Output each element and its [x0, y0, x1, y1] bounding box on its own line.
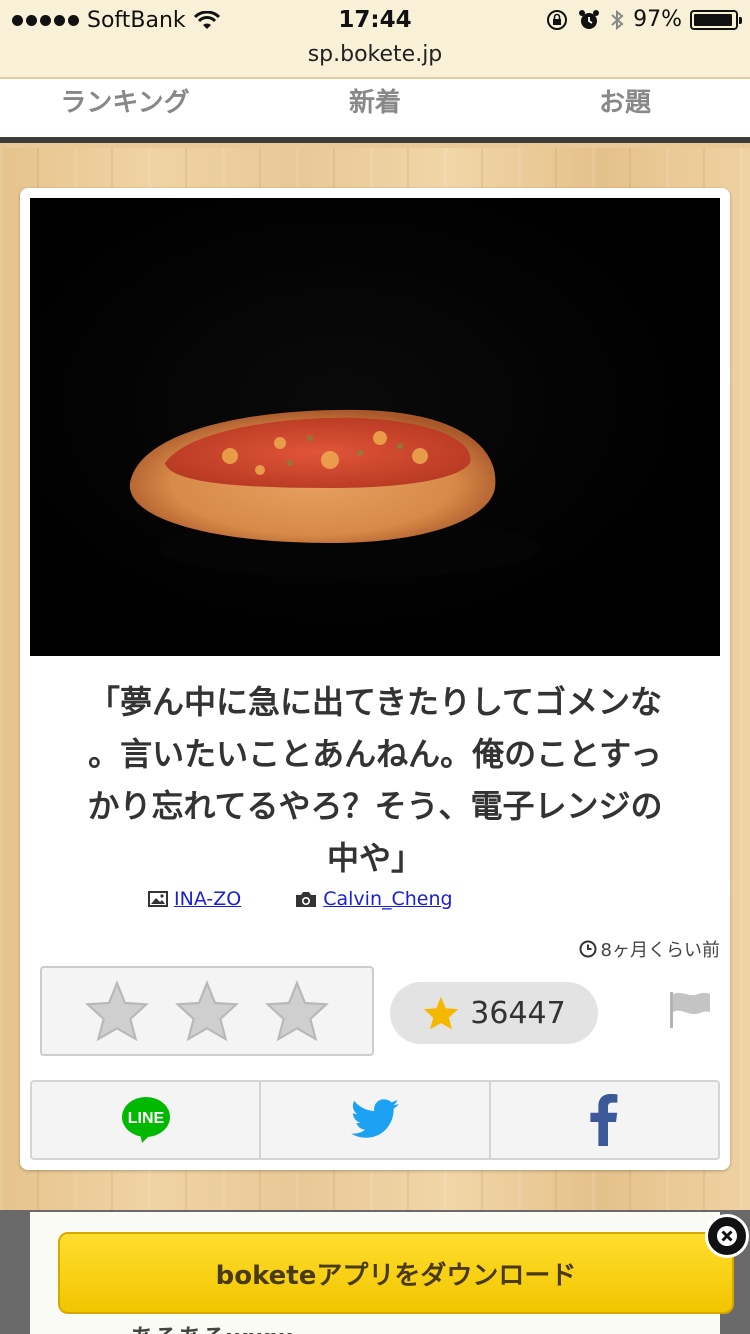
star-icon: [424, 996, 459, 1030]
rating-box: [40, 966, 374, 1056]
caption-line: 。言いたいことあんねん。俺のことすっ: [88, 735, 662, 773]
banner-close-button[interactable]: [705, 1214, 749, 1258]
status-bar: SoftBank 17:44 97%: [0, 0, 750, 40]
photo-author-credit: Calvin_Cheng: [295, 888, 453, 910]
boke-caption: 「夢ん中に急に出てきたりしてゴメンな 。言いたいことあんねん。俺のことすっ かり…: [50, 676, 700, 884]
banner-label: boketeアプリをダウンロード: [215, 1260, 577, 1291]
tab-ranking[interactable]: ランキング: [0, 79, 250, 137]
score-badge: 36447: [390, 982, 598, 1044]
time-ago: 8ヶ月くらい前: [600, 940, 720, 961]
tab-new[interactable]: 新着: [250, 79, 500, 137]
close-icon: [717, 1226, 737, 1246]
share-line-button[interactable]: LINE: [32, 1082, 262, 1158]
facebook-icon: [590, 1094, 618, 1146]
next-card-text: あるあるwww: [130, 1318, 293, 1334]
svg-text:LINE: LINE: [127, 1110, 164, 1127]
boke-card: 「夢ん中に急に出てきたりしてゴメンな 。言いたいことあんねん。俺のことすっ かり…: [20, 188, 730, 1170]
caption-line: 「夢ん中に急に出てきたりしてゴメンな: [87, 683, 663, 721]
caption-line: 中や」: [326, 839, 423, 877]
line-icon: LINE: [121, 1097, 170, 1143]
boke-author-credit: INA-ZO: [148, 888, 241, 910]
image-icon: [148, 891, 168, 907]
status-right: 97%: [545, 7, 742, 32]
rate-star-3[interactable]: [265, 980, 329, 1042]
boke-author-link[interactable]: INA-ZO: [174, 888, 241, 910]
rate-star-2[interactable]: [175, 980, 239, 1042]
battery-percent: 97%: [633, 7, 682, 32]
url-bar[interactable]: sp.bokete.jp: [0, 40, 750, 78]
pizza-image: [129, 409, 540, 578]
alarm-icon: [579, 9, 600, 29]
bluetooth-icon: [611, 9, 624, 30]
rate-star-1[interactable]: [85, 980, 149, 1042]
tab-bar: ランキング 新着 お題: [0, 79, 750, 143]
app-download-banner[interactable]: boketeアプリをダウンロード: [58, 1232, 734, 1314]
report-flag-icon[interactable]: [668, 990, 712, 1030]
post-time: 8ヶ月くらい前: [579, 936, 720, 962]
tab-odai[interactable]: お題: [500, 79, 750, 137]
camera-icon: [296, 892, 317, 907]
share-bar: LINE: [30, 1080, 720, 1160]
rotation-lock-icon: [547, 9, 568, 30]
credits: INA-ZO Calvin_Cheng: [148, 888, 453, 910]
share-twitter-button[interactable]: [261, 1082, 491, 1158]
photo-author-link[interactable]: Calvin_Cheng: [323, 888, 452, 910]
boke-photo[interactable]: [30, 198, 720, 656]
caption-line: かり忘れてるやろ？そう、電子レンジの: [87, 787, 663, 825]
share-facebook-button[interactable]: [491, 1082, 718, 1158]
battery-icon: [690, 9, 742, 30]
twitter-icon: [350, 1099, 399, 1138]
score-value: 36447: [470, 995, 566, 1031]
clock-icon: [579, 940, 597, 958]
